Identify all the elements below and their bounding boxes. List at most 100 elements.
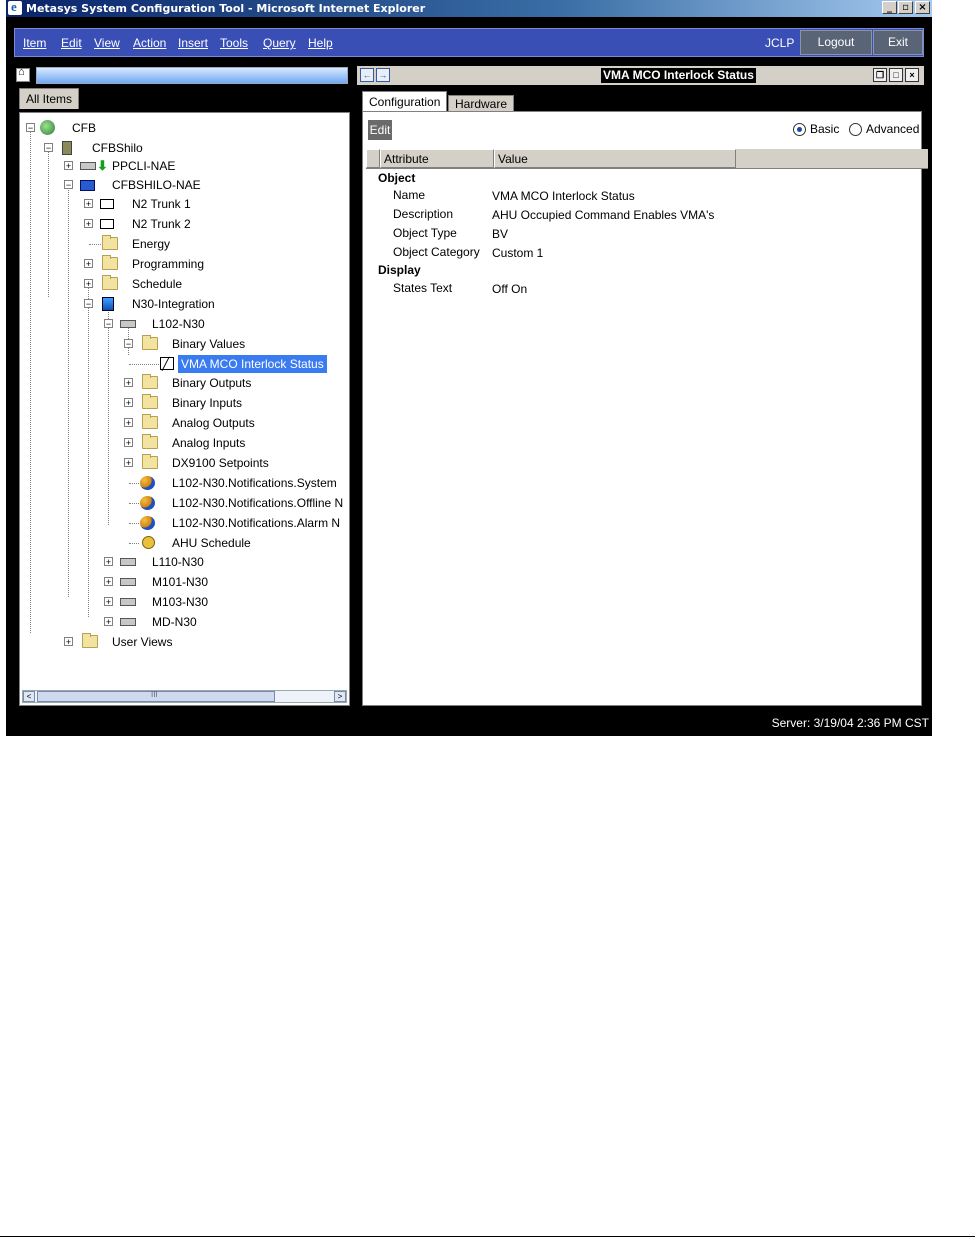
collapse-icon[interactable]: − bbox=[124, 339, 133, 349]
menu-item[interactable]: Item bbox=[23, 36, 46, 50]
attr-object-category: Object Category bbox=[393, 245, 480, 259]
navigation-panel: All Items − CFB − CFBShi bbox=[14, 64, 350, 709]
tree-item[interactable]: + L110-N30 bbox=[20, 553, 340, 571]
expand-icon[interactable]: + bbox=[104, 577, 113, 587]
detail-title: VMA MCO Interlock Status bbox=[601, 68, 756, 83]
scroll-right-button[interactable]: > bbox=[334, 691, 346, 702]
value-name[interactable]: VMA MCO Interlock Status bbox=[492, 187, 635, 206]
restore-icon[interactable]: ❐ bbox=[873, 68, 887, 82]
home-icon[interactable] bbox=[16, 66, 30, 82]
tree-item[interactable]: + MD-N30 bbox=[20, 613, 340, 631]
expand-icon[interactable]: + bbox=[124, 418, 133, 428]
forward-arrow-icon[interactable]: → bbox=[376, 68, 390, 82]
device-icon bbox=[120, 598, 136, 606]
tab-all-items[interactable]: All Items bbox=[19, 88, 80, 109]
tree-item[interactable]: Energy bbox=[20, 235, 340, 253]
expand-icon[interactable]: + bbox=[64, 161, 73, 171]
horizontal-scrollbar[interactable]: < III > bbox=[22, 690, 347, 703]
nae-icon bbox=[80, 180, 95, 191]
tree-item[interactable]: + Binary Outputs bbox=[20, 374, 340, 392]
collapse-icon[interactable]: − bbox=[64, 180, 73, 190]
maximize-button[interactable]: ▫ bbox=[898, 1, 913, 14]
menu-query[interactable]: Query bbox=[263, 36, 296, 50]
tree-item[interactable]: − N30-Integration bbox=[20, 295, 340, 313]
collapse-icon[interactable]: − bbox=[84, 299, 93, 309]
tree-item[interactable]: AHU Schedule bbox=[20, 534, 340, 552]
menu-tools[interactable]: Tools bbox=[220, 36, 248, 50]
tree-item[interactable]: + Schedule bbox=[20, 275, 340, 293]
tab-configuration[interactable]: Configuration bbox=[362, 91, 448, 112]
tree-item[interactable]: L102-N30.Notifications.Alarm N bbox=[20, 514, 349, 532]
menu-view[interactable]: View bbox=[94, 36, 120, 50]
device-icon bbox=[120, 618, 136, 626]
close-button[interactable]: × bbox=[915, 1, 930, 14]
tree-item[interactable]: + User Views bbox=[20, 633, 340, 651]
maximize-icon[interactable]: □ bbox=[889, 68, 903, 82]
logout-button[interactable]: Logout bbox=[800, 30, 872, 55]
tree-item[interactable]: + Analog Outputs bbox=[20, 414, 340, 432]
address-field[interactable] bbox=[36, 67, 348, 84]
expand-icon[interactable]: + bbox=[124, 378, 133, 388]
tree-item[interactable]: L102-N30.Notifications.System bbox=[20, 474, 349, 492]
scroll-left-button[interactable]: < bbox=[23, 691, 35, 702]
expand-icon[interactable]: + bbox=[104, 557, 113, 567]
tree-item[interactable]: + M101-N30 bbox=[20, 573, 340, 591]
collapse-icon[interactable]: − bbox=[44, 143, 53, 153]
tree-item[interactable]: − L102-N30 bbox=[20, 315, 340, 333]
expand-icon[interactable]: + bbox=[84, 279, 93, 289]
collapse-icon[interactable]: − bbox=[104, 319, 113, 329]
tree-item[interactable]: − CFBShilo bbox=[20, 139, 340, 157]
expand-icon[interactable]: + bbox=[84, 199, 93, 209]
value-description[interactable]: AHU Occupied Command Enables VMA's bbox=[492, 206, 714, 225]
download-arrow-icon: ⬇ bbox=[97, 158, 108, 173]
tree-item[interactable]: − Binary Values bbox=[20, 335, 340, 353]
expand-icon[interactable]: + bbox=[124, 438, 133, 448]
tree-item[interactable]: + Programming bbox=[20, 255, 340, 273]
back-arrow-icon[interactable]: ← bbox=[360, 68, 374, 82]
tree-item[interactable]: VMA MCO Interlock Status bbox=[20, 355, 349, 373]
tree-view: − CFB − CFBShilo + ⬇ PPCLI-NAE − CFBSHIL… bbox=[19, 112, 350, 706]
expand-icon[interactable]: + bbox=[84, 259, 93, 269]
tree-item[interactable]: + Binary Inputs bbox=[20, 394, 340, 412]
tree-item[interactable]: + N2 Trunk 1 bbox=[20, 195, 340, 213]
minimize-button[interactable]: _ bbox=[882, 1, 897, 14]
window-title: Metasys System Configuration Tool - Micr… bbox=[26, 2, 426, 15]
tree-item[interactable]: − CFBSHILO-NAE bbox=[20, 176, 340, 194]
tree-item[interactable]: − CFB bbox=[20, 119, 340, 137]
radio-selected-icon bbox=[793, 123, 806, 136]
expand-icon[interactable]: + bbox=[124, 458, 133, 468]
device-icon bbox=[120, 320, 136, 328]
expand-icon[interactable]: + bbox=[64, 637, 73, 647]
value-object-type[interactable]: BV bbox=[492, 225, 508, 244]
value-states-text[interactable]: Off On bbox=[492, 280, 527, 299]
attr-states-text: States Text bbox=[393, 281, 453, 295]
column-header-value[interactable]: Value bbox=[494, 149, 736, 168]
menu-edit[interactable]: Edit bbox=[61, 36, 82, 50]
tree-item[interactable]: + DX9100 Setpoints bbox=[20, 454, 340, 472]
tree-item[interactable]: + Analog Inputs bbox=[20, 434, 340, 452]
close-icon[interactable]: × bbox=[905, 68, 919, 82]
tree-item[interactable]: + N2 Trunk 2 bbox=[20, 215, 340, 233]
value-object-category[interactable]: Custom 1 bbox=[492, 244, 543, 263]
expand-icon[interactable]: + bbox=[124, 398, 133, 408]
tree-item[interactable]: + ⬇ PPCLI-NAE bbox=[20, 157, 340, 175]
folder-icon bbox=[102, 235, 118, 250]
folder-icon bbox=[142, 414, 158, 429]
ie-window: Metasys System Configuration Tool - Micr… bbox=[6, 0, 932, 736]
edit-button[interactable]: Edit bbox=[368, 120, 392, 140]
expand-icon[interactable]: + bbox=[84, 219, 93, 229]
binary-value-icon bbox=[160, 355, 174, 373]
tree-item[interactable]: L102-N30.Notifications.Offline N bbox=[20, 494, 349, 512]
expand-icon[interactable]: + bbox=[104, 597, 113, 607]
attr-name: Name bbox=[393, 188, 426, 202]
column-header-attribute[interactable]: Attribute bbox=[380, 149, 494, 168]
menu-insert[interactable]: Insert bbox=[178, 36, 208, 50]
folder-icon bbox=[102, 255, 118, 270]
scroll-grip: III bbox=[151, 690, 158, 699]
collapse-icon[interactable]: − bbox=[26, 123, 35, 133]
menu-help[interactable]: Help bbox=[308, 36, 333, 50]
expand-icon[interactable]: + bbox=[104, 617, 113, 627]
tree-item[interactable]: + M103-N30 bbox=[20, 593, 340, 611]
menu-action[interactable]: Action bbox=[133, 36, 166, 50]
exit-button[interactable]: Exit bbox=[873, 30, 923, 55]
